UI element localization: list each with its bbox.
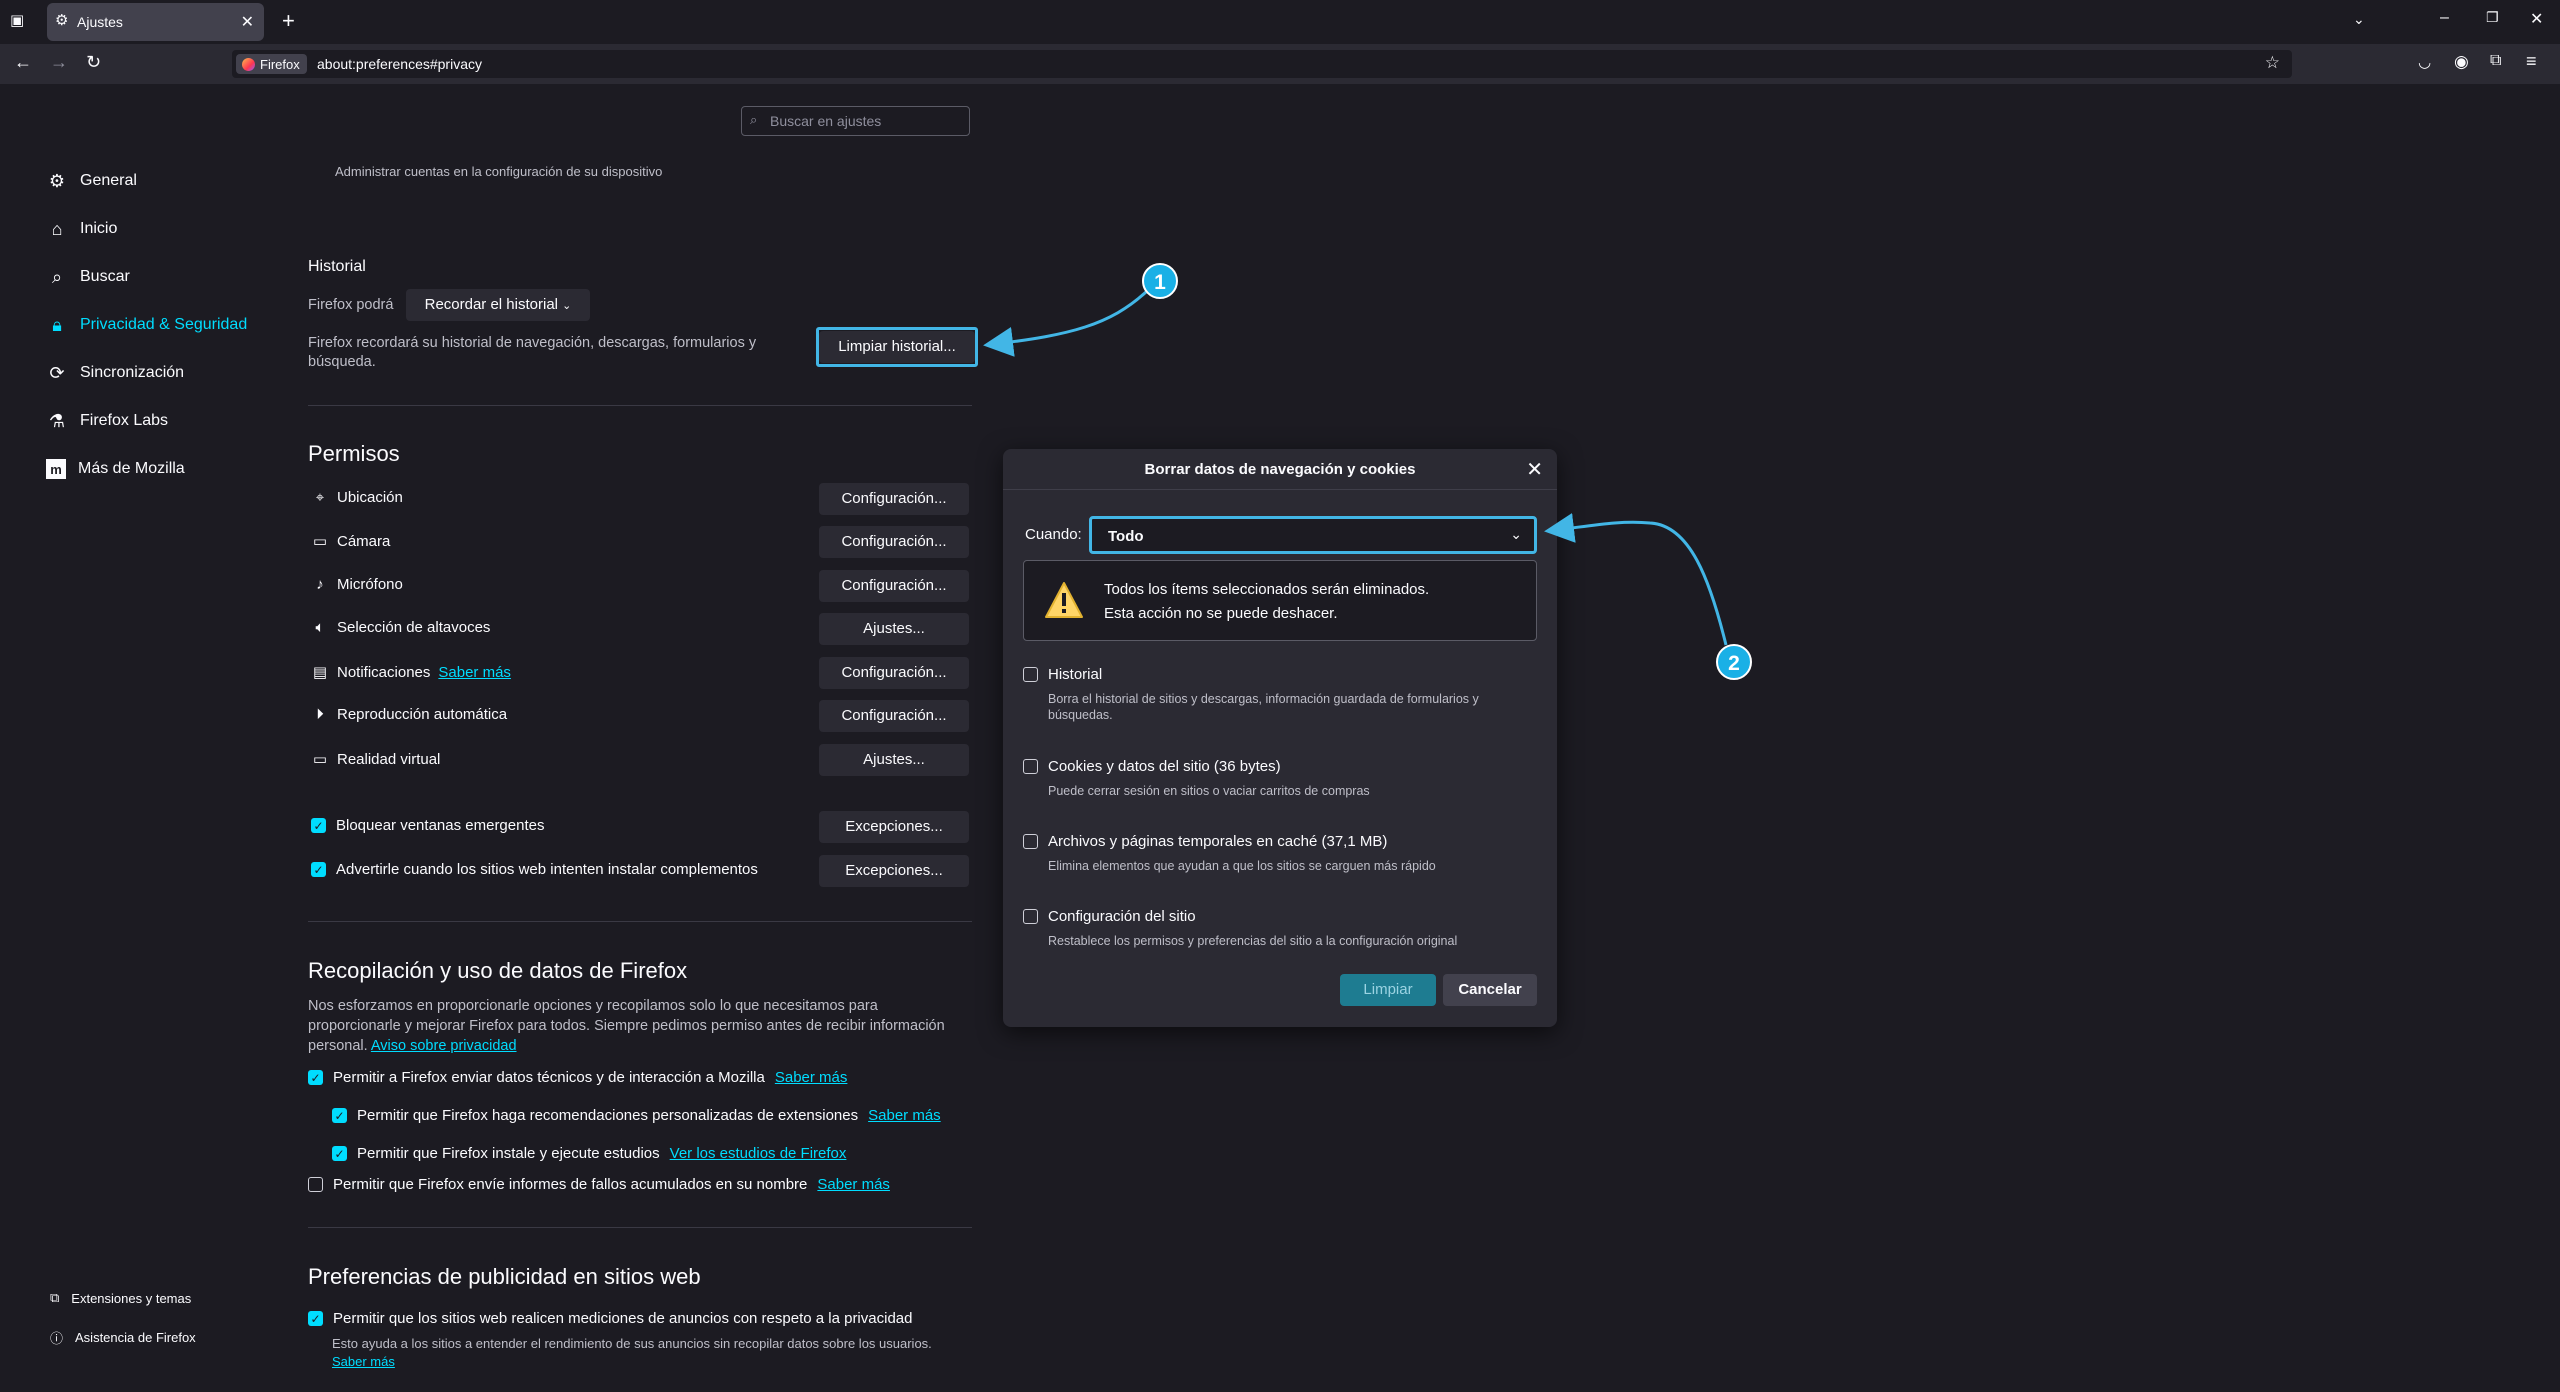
annotation-badge-1: 1: [1142, 263, 1178, 299]
annotation-arrow-1: [983, 290, 1148, 357]
annotation-arrow-2: [1544, 512, 1728, 646]
annotation-badge-2: 2: [1716, 644, 1752, 680]
annotation-arrows: [983, 290, 1728, 646]
